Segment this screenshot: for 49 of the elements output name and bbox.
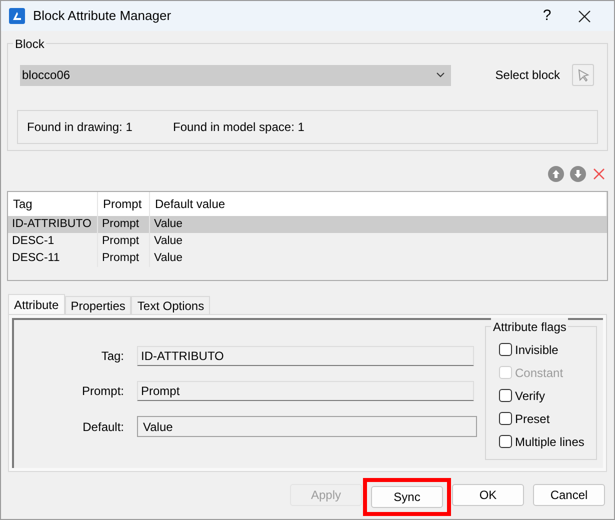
tab[interactable]: Properties <box>64 296 132 314</box>
table-cell: ID-ATTRIBUTO <box>8 216 98 233</box>
dialog-button[interactable]: Sync <box>371 486 443 508</box>
close-icon <box>578 10 590 22</box>
checkbox[interactable] <box>499 343 512 356</box>
delete-button[interactable] <box>592 167 606 181</box>
table-cell: DESC-11 <box>8 250 98 267</box>
table-row[interactable]: DESC-11 Prompt Value <box>8 250 607 267</box>
text-field[interactable]: Value <box>137 416 477 437</box>
table-cell: Prompt <box>98 233 150 250</box>
table-row[interactable]: DESC-1 Prompt Value <box>8 233 607 250</box>
dialog-button[interactable]: Cancel <box>533 484 605 506</box>
checkbox-option[interactable]: Multiple lines <box>499 433 596 450</box>
block-dropdown[interactable]: blocco06 <box>20 64 451 86</box>
checkbox-option[interactable]: Verify <box>499 387 596 404</box>
arrow-up-icon <box>548 166 564 182</box>
checkbox-option[interactable]: Preset <box>499 410 596 427</box>
table-cell: DESC-1 <box>8 233 98 250</box>
table-cell-text: Value <box>153 234 184 249</box>
pointer-icon <box>576 68 590 82</box>
table-cell-text: Value <box>153 216 184 232</box>
chevron-down-icon <box>436 72 445 78</box>
help-button[interactable]: ? <box>532 4 562 28</box>
checkbox-option[interactable]: Invisible <box>499 341 596 358</box>
window-title: Block Attribute Manager <box>33 7 172 26</box>
checkbox[interactable] <box>499 389 512 402</box>
table-cell: Prompt <box>98 250 150 267</box>
readonly-field[interactable]: ID-ATTRIBUTO <box>137 346 474 366</box>
dialog-button[interactable]: OK <box>452 484 524 506</box>
checkbox[interactable] <box>499 435 512 448</box>
checkbox[interactable] <box>499 412 512 425</box>
table-row[interactable]: ID-ATTRIBUTO Prompt Value <box>8 216 607 233</box>
arrow-down-icon <box>570 166 586 182</box>
app-logo-icon <box>9 8 25 24</box>
table-cell: Prompt <box>98 216 150 233</box>
tab[interactable]: Text Options <box>131 296 210 314</box>
field-label: Default: <box>82 418 124 436</box>
table-cell-text: Value <box>153 250 184 266</box>
attribute-flags-title: Attribute flags <box>491 318 568 336</box>
move-up-button[interactable] <box>548 166 564 182</box>
field-label: Tag: <box>100 348 124 365</box>
move-down-button[interactable] <box>570 166 586 182</box>
found-in-drawing-label: Found in drawing: 1 <box>27 119 134 136</box>
select-block-label: Select block <box>495 67 560 84</box>
found-in-model-space-label: Found in model space: 1 <box>173 119 304 136</box>
tab[interactable]: Attribute <box>8 294 65 314</box>
field-label: Prompt: <box>80 383 124 400</box>
delete-icon <box>592 167 606 181</box>
readonly-field[interactable]: Prompt <box>137 381 474 401</box>
